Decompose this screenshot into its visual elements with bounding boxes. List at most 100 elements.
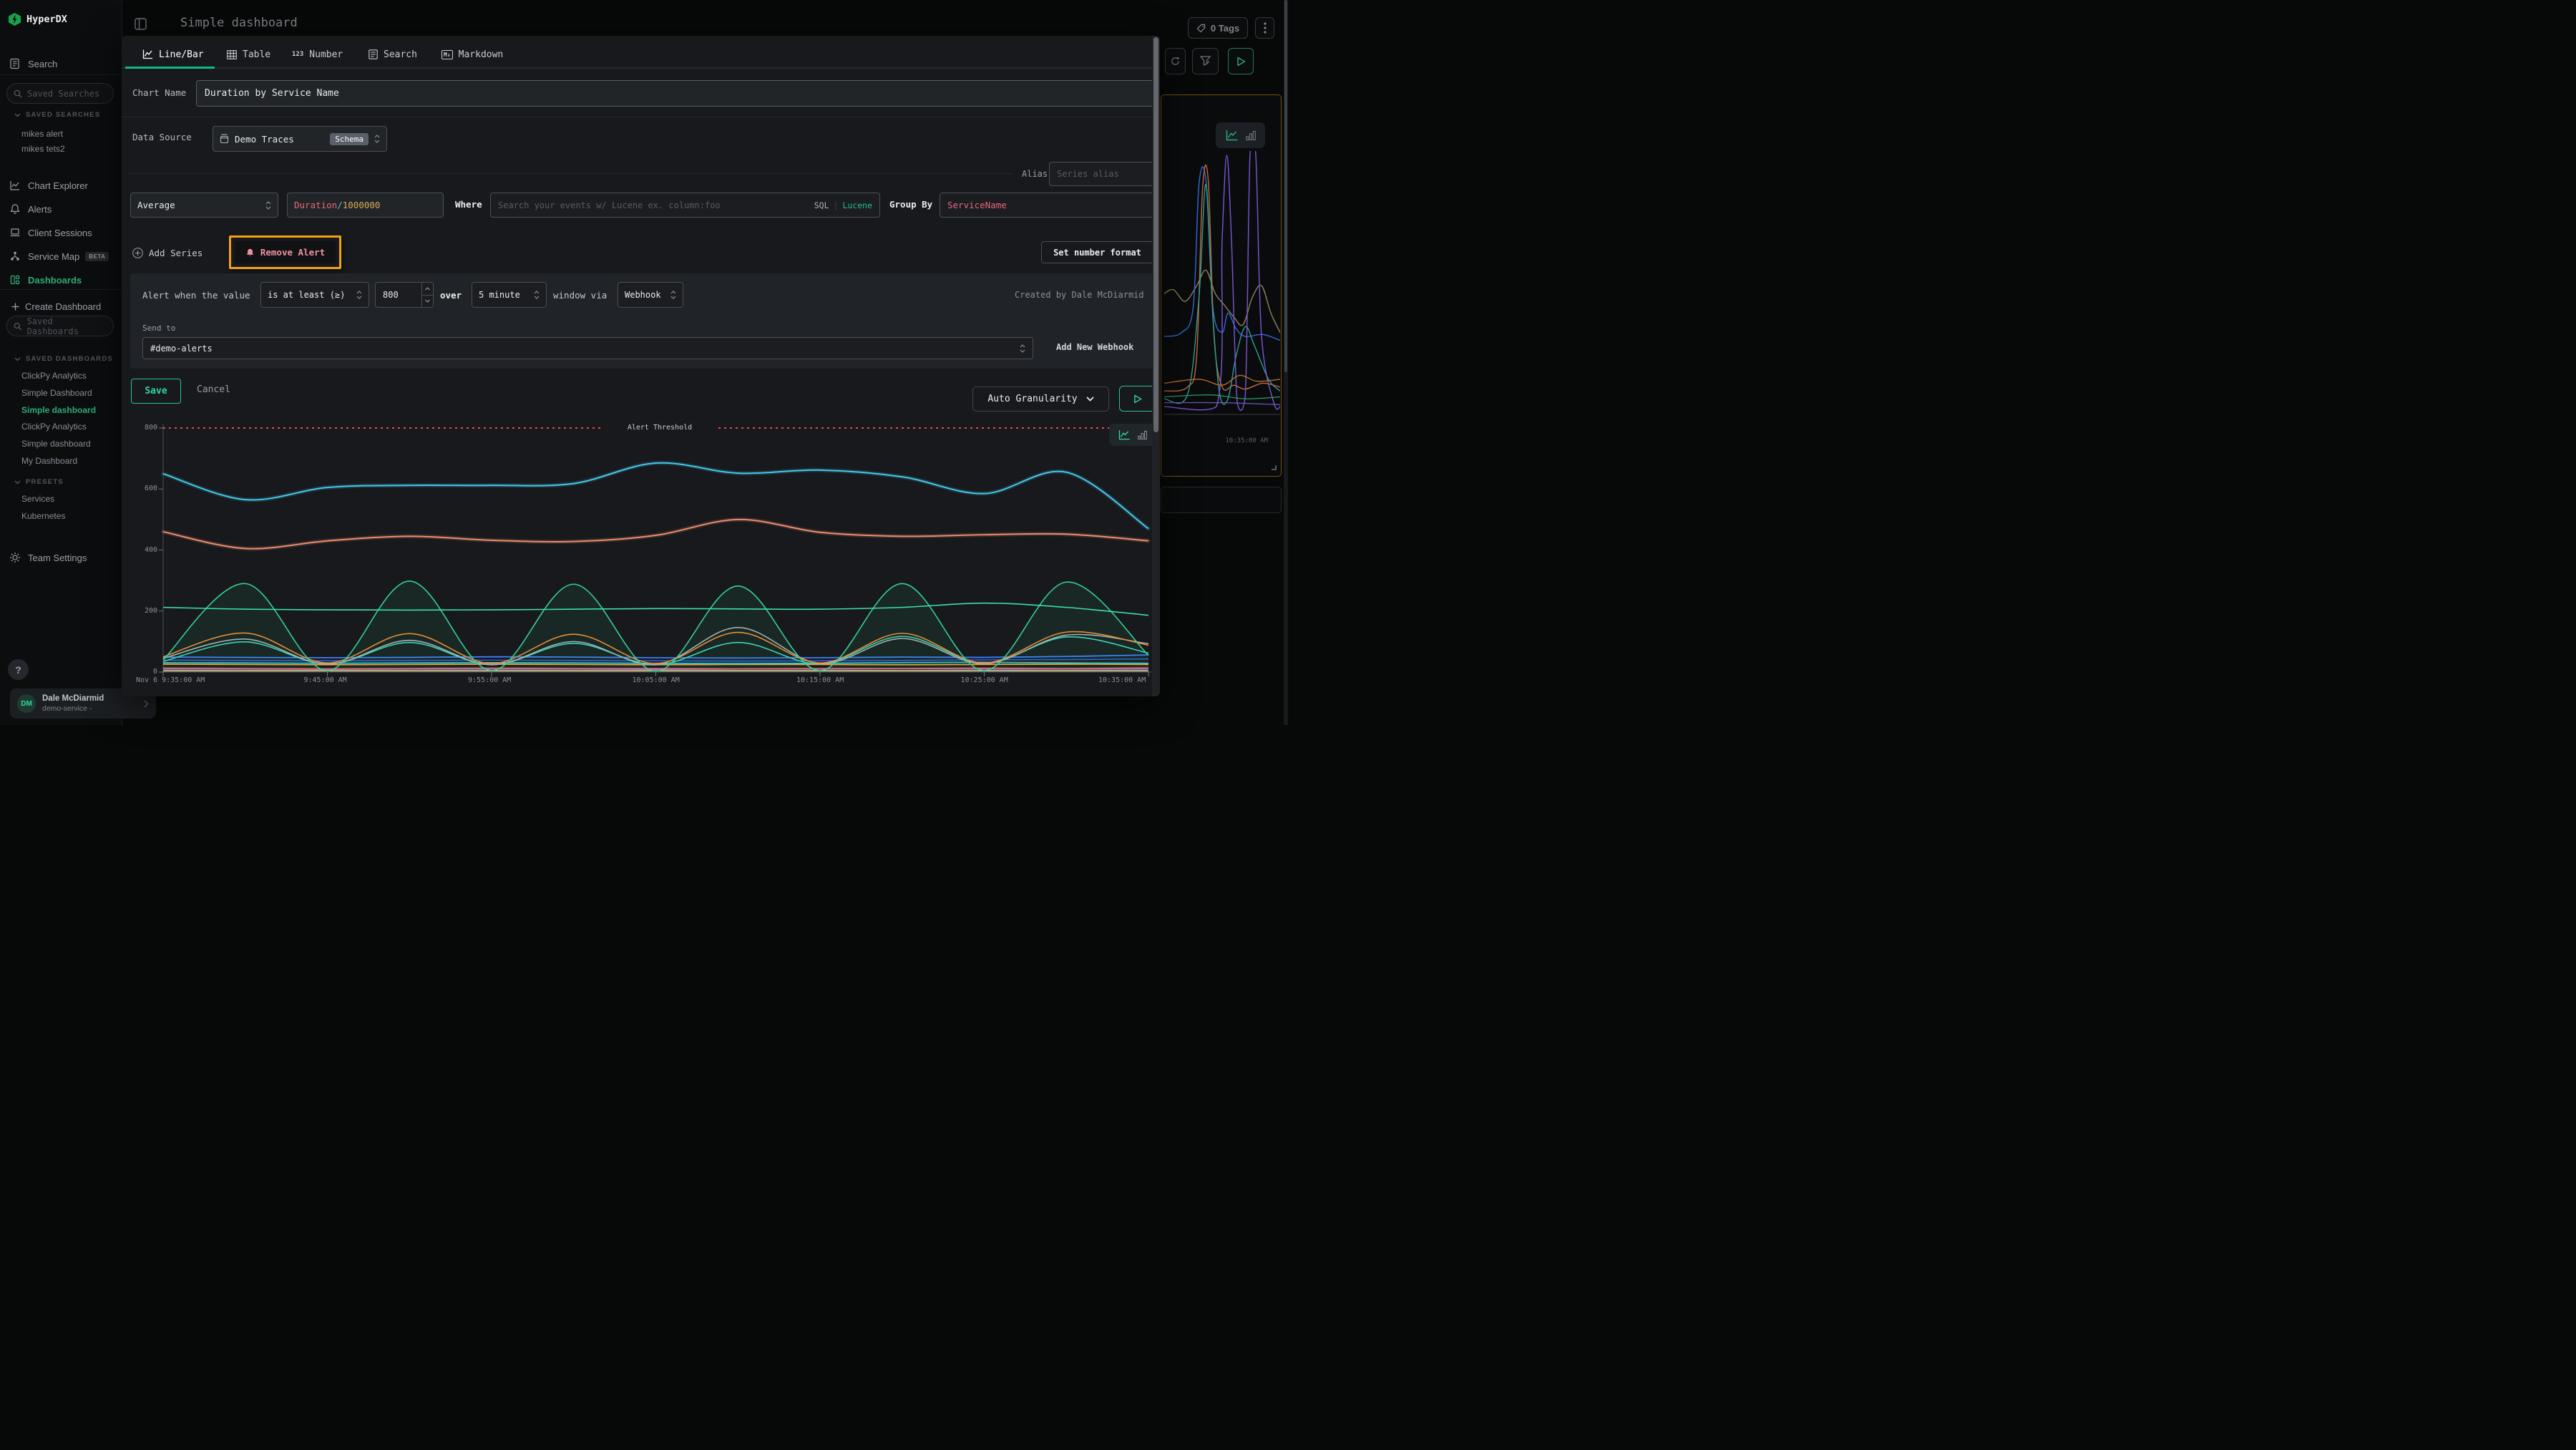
divider — [0, 289, 122, 290]
saved-search-item[interactable]: mikes tets2 — [21, 144, 65, 154]
lucene-toggle[interactable]: Lucene — [842, 200, 872, 210]
dashboard-item[interactable]: Simple Dashboard — [21, 388, 92, 398]
alert-condition-select[interactable]: is at least (≥) — [260, 282, 369, 308]
select-chevrons-icon — [670, 290, 676, 300]
resize-handle-icon[interactable] — [1271, 464, 1277, 470]
bar-chart-toggle-icon[interactable] — [1246, 130, 1256, 141]
tab-line-bar[interactable]: Line/Bar — [142, 44, 204, 64]
more-menu-button[interactable] — [1255, 17, 1274, 39]
tab-number[interactable]: 123 Number — [292, 44, 343, 64]
sql-toggle[interactable]: SQL — [814, 200, 829, 210]
sidebar-item-chart-explorer[interactable]: Chart Explorer — [0, 176, 122, 195]
sidebar-item-alerts[interactable]: Alerts — [0, 200, 122, 218]
dashboard-item[interactable]: Simple dashboard — [21, 439, 91, 449]
dashboard-panel-selected[interactable]: 10:35:00 AM — [1161, 94, 1282, 477]
table-tab-icon — [227, 50, 237, 59]
x-axis-tick-label: 10:05:00 AM — [633, 676, 680, 684]
dashboard-item[interactable]: ClickPy Analytics — [21, 422, 87, 432]
tab-search[interactable]: Search — [369, 44, 417, 64]
refresh-button[interactable] — [1165, 48, 1186, 74]
saved-dashboards-section[interactable]: SAVED DASHBOARDS — [14, 355, 113, 363]
saved-dashboards-input[interactable]: Saved Dashboards — [6, 316, 114, 336]
dashboard-item[interactable]: ClickPy Analytics — [21, 371, 87, 381]
save-button[interactable]: Save — [131, 379, 181, 404]
magnifier-icon — [14, 322, 22, 331]
line-chart-tab-icon — [142, 49, 153, 59]
tab-table[interactable]: Table — [227, 44, 270, 64]
sidebar-item-search[interactable]: Search — [0, 54, 122, 73]
preset-item[interactable]: Services — [21, 494, 54, 504]
tab-markdown[interactable]: M↓ Markdown — [441, 44, 503, 64]
saved-search-item[interactable]: mikes alert — [21, 129, 63, 139]
chart-name-input[interactable]: Duration by Service Name — [196, 80, 1155, 107]
sidebar-item-dashboards[interactable]: Dashboards — [0, 271, 122, 289]
hyperdx-logo-icon — [9, 13, 21, 26]
presets-section[interactable]: PRESETS — [14, 478, 64, 486]
play-icon — [1133, 394, 1142, 404]
page-scrollbar-thumb[interactable] — [1284, 0, 1287, 372]
y-axis-tick-label: 0 — [130, 668, 157, 676]
cancel-button[interactable]: Cancel — [197, 384, 230, 395]
group-by-input[interactable]: ServiceName — [940, 193, 1155, 218]
saved-searches-input[interactable]: Saved Searches — [6, 83, 114, 104]
data-source-select[interactable]: Demo Traces Schema — [213, 126, 387, 152]
caret-down-icon — [14, 357, 21, 361]
aggregation-select[interactable]: Average — [130, 193, 278, 218]
create-dashboard-button[interactable]: Create Dashboard — [11, 301, 101, 312]
tags-button[interactable]: 0 Tags — [1188, 17, 1248, 39]
granularity-select[interactable]: Auto Granularity — [972, 386, 1109, 412]
run-chart-button[interactable] — [1119, 386, 1156, 412]
threshold-stepper — [421, 283, 433, 307]
background-mini-chart — [1164, 151, 1280, 427]
x-axis-tick-label: 10:15:00 AM — [796, 676, 844, 684]
tag-icon — [1196, 24, 1206, 33]
collapse-sidebar-icon[interactable] — [135, 18, 147, 30]
brand[interactable]: HyperDX — [9, 13, 67, 26]
alert-threshold-input[interactable]: 800 — [375, 282, 434, 308]
where-search-input[interactable]: Search your events w/ Lucene ex. column:… — [490, 193, 880, 218]
remove-alert-button[interactable]: Remove Alert — [235, 241, 336, 263]
add-new-webhook-button[interactable]: Add New Webhook — [1056, 342, 1133, 352]
chevron-right-icon — [144, 700, 149, 708]
dashboard-item-active[interactable]: Simple dashboard — [21, 405, 96, 415]
markdown-tab-icon: M↓ — [441, 50, 453, 59]
filter-button[interactable] — [1192, 48, 1219, 74]
alias-input[interactable]: Series alias — [1049, 162, 1155, 186]
schema-badge: Schema — [330, 133, 369, 145]
alert-window-select[interactable]: 5 minute — [472, 282, 547, 308]
sidebar-item-client-sessions[interactable]: Client Sessions — [0, 223, 122, 242]
y-axis-tick-label: 600 — [130, 485, 157, 492]
background-panel-time-label: 10:35:00 AM — [1225, 437, 1268, 444]
modal-scrollbar-thumb[interactable] — [1153, 37, 1158, 432]
help-button[interactable]: ? — [8, 659, 29, 680]
chart-type-toggle[interactable] — [1216, 122, 1265, 148]
dashboard-item[interactable]: My Dashboard — [21, 456, 77, 466]
alert-prefix: Alert when the value — [142, 290, 250, 301]
run-query-button-bg[interactable] — [1228, 48, 1254, 74]
chart-type-toggle[interactable] — [1109, 424, 1156, 446]
sidebar-item-team-settings[interactable]: Team Settings — [0, 548, 122, 567]
dashboard-panel-empty[interactable] — [1161, 487, 1282, 513]
saved-dashboards-placeholder: Saved Dashboards — [27, 316, 107, 336]
caret-down-icon — [14, 113, 21, 117]
line-chart-toggle-icon[interactable] — [1226, 130, 1239, 141]
bell-icon — [245, 248, 255, 258]
add-series-button[interactable]: Add Series — [132, 248, 203, 258]
stepper-down-button[interactable] — [422, 295, 433, 308]
select-chevrons-icon — [374, 134, 380, 144]
set-number-format-button[interactable]: Set number format — [1041, 241, 1153, 263]
bar-chart-toggle-icon[interactable] — [1138, 430, 1147, 440]
saved-searches-section[interactable]: SAVED SEARCHES — [14, 111, 100, 119]
beta-badge: BETA — [85, 252, 109, 261]
sidebar-item-service-map[interactable]: Service Map BETA — [0, 247, 122, 266]
field-expression-input[interactable]: Duration/1000000 — [287, 193, 444, 218]
line-chart-toggle-icon[interactable] — [1118, 429, 1131, 440]
divider — [129, 173, 1013, 174]
page-scrollbar-track[interactable] — [1284, 0, 1288, 725]
stepper-up-button[interactable] — [422, 283, 433, 295]
modal-scrollbar-track[interactable] — [1152, 36, 1160, 696]
send-to-select[interactable]: #demo-alerts — [142, 337, 1033, 359]
preset-item[interactable]: Kubernetes — [21, 511, 65, 521]
page-title: Simple dashboard — [180, 16, 298, 30]
alert-channel-select[interactable]: Webhook — [618, 282, 683, 308]
